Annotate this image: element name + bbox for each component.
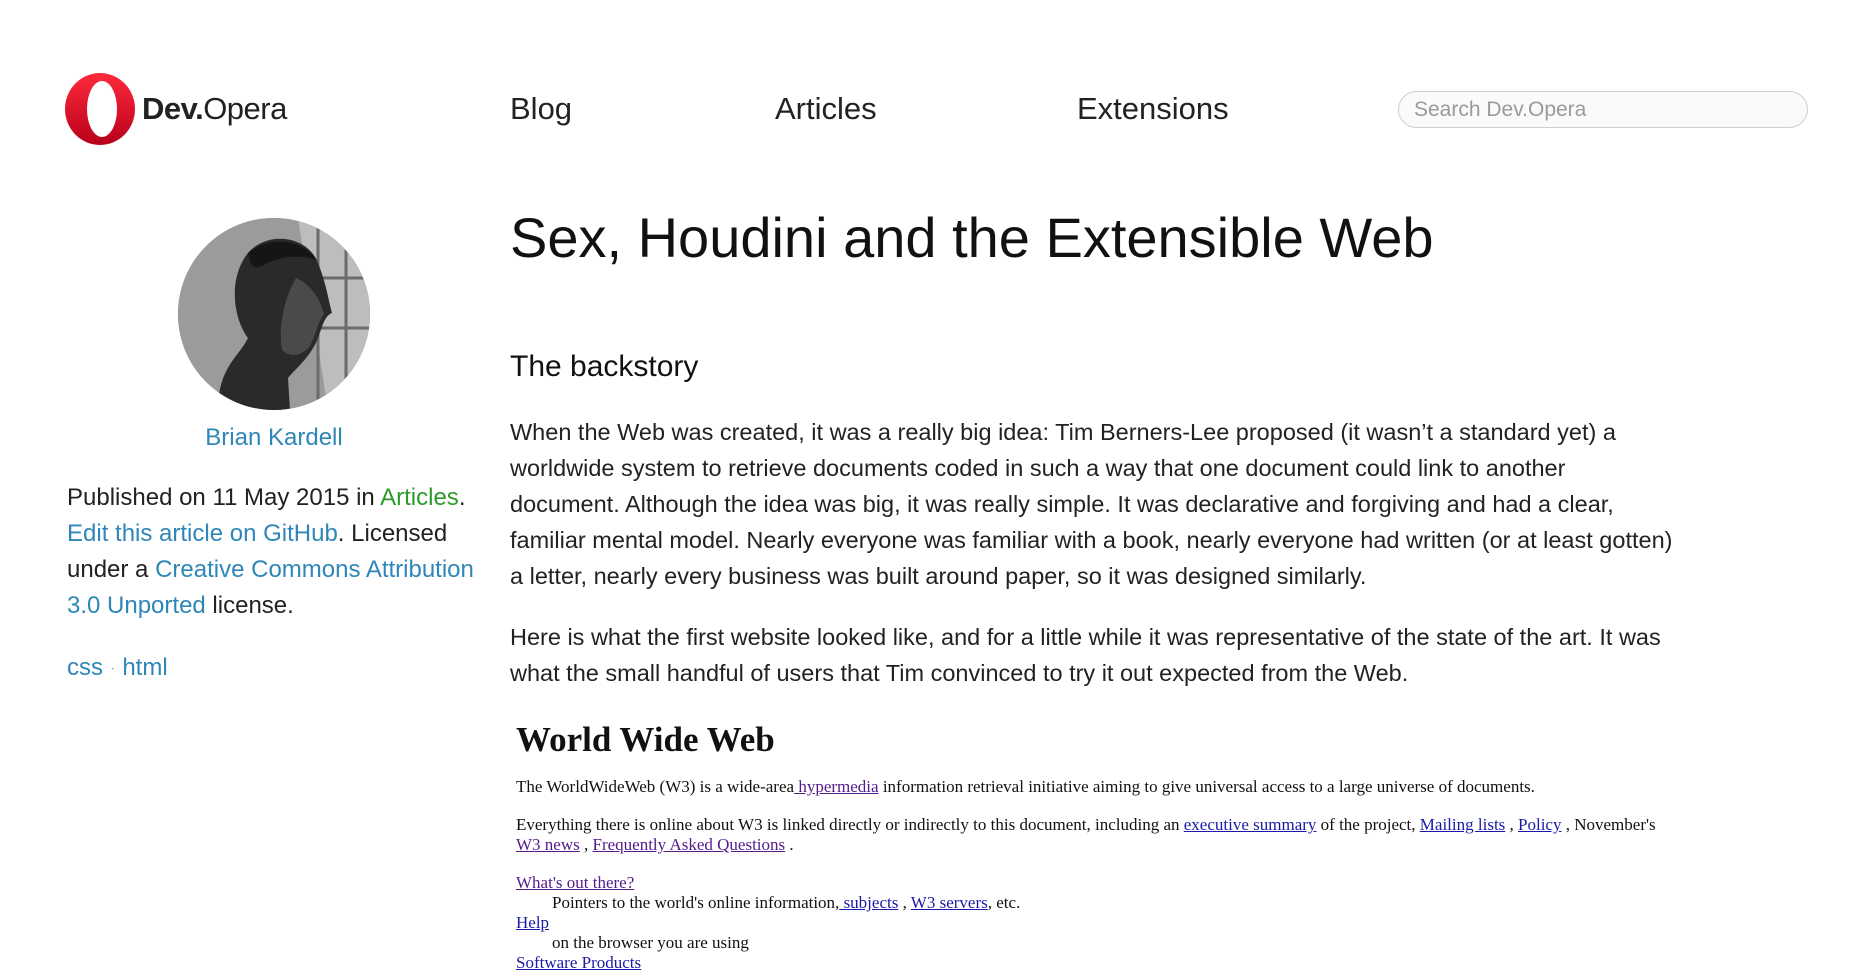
tag-css[interactable]: css [67,654,103,681]
meta-period: . [458,484,466,511]
nav-extensions[interactable]: Extensions [1077,88,1229,130]
nav-blog[interactable]: Blog [510,88,572,130]
software-products-link: Software Products [516,953,642,972]
w3-news-link: W3 news [516,835,580,854]
help-link: Help [516,913,550,932]
article-paragraph: Here is what the first website looked li… [510,624,1661,686]
w3-servers-link: W3 servers [910,893,988,912]
www-software-row: Software Products [516,953,1666,973]
mailing-lists-link: Mailing lists [1419,815,1506,834]
author-link[interactable]: Brian Kardell [178,424,370,452]
tag-list: css · html [67,650,168,687]
first-website-screenshot: World Wide Web The WorldWideWeb (W3) is … [516,715,1666,973]
www-help-row: Help [516,913,1666,933]
www-intro: The WorldWideWeb (W3) is a wide-area hyp… [516,777,1535,796]
search-input[interactable] [1398,91,1808,128]
policy-link: Policy [1518,815,1562,834]
edit-on-github-link[interactable]: Edit this article on GitHub [67,520,338,547]
author-photo [178,218,370,410]
tag-separator: · [110,659,116,677]
www-whats-out-there-row: What's out there? [516,873,1666,893]
opera-logo-icon [65,73,135,145]
www-pointers: Pointers to the world's online informati… [552,893,1021,912]
whats-out-there-link: What's out there? [516,873,635,892]
article-paragraph: When the Web was created, it was a reall… [510,419,1673,589]
nav-articles[interactable]: Articles [775,88,877,130]
hypermedia-link: hypermedia [794,777,879,796]
article-meta: Published on 11 May 2015 in Articles. Ed… [67,480,487,624]
www-overview: Everything there is online about W3 is l… [516,815,1656,854]
www-help-text: on the browser you are using [552,933,749,952]
section-heading: The backstory [510,350,699,383]
faq-link: Frequently Asked Questions [592,835,786,854]
dev-opera-logo[interactable]: Dev.Opera [64,72,287,146]
www-heading: World Wide Web [516,720,775,759]
article-title: Sex, Houdini and the Extensible Web [510,206,1434,269]
executive-summary-link: executive summary [1183,815,1317,834]
author-avatar[interactable] [178,218,370,410]
category-link[interactable]: Articles [380,484,459,511]
tag-html[interactable]: html [122,654,167,681]
published-text: Published on 11 May 2015 in [67,484,381,511]
license-suffix: license. [205,592,294,619]
subjects-link: subjects [839,893,899,912]
logo-text: Dev.Opera [142,91,287,126]
